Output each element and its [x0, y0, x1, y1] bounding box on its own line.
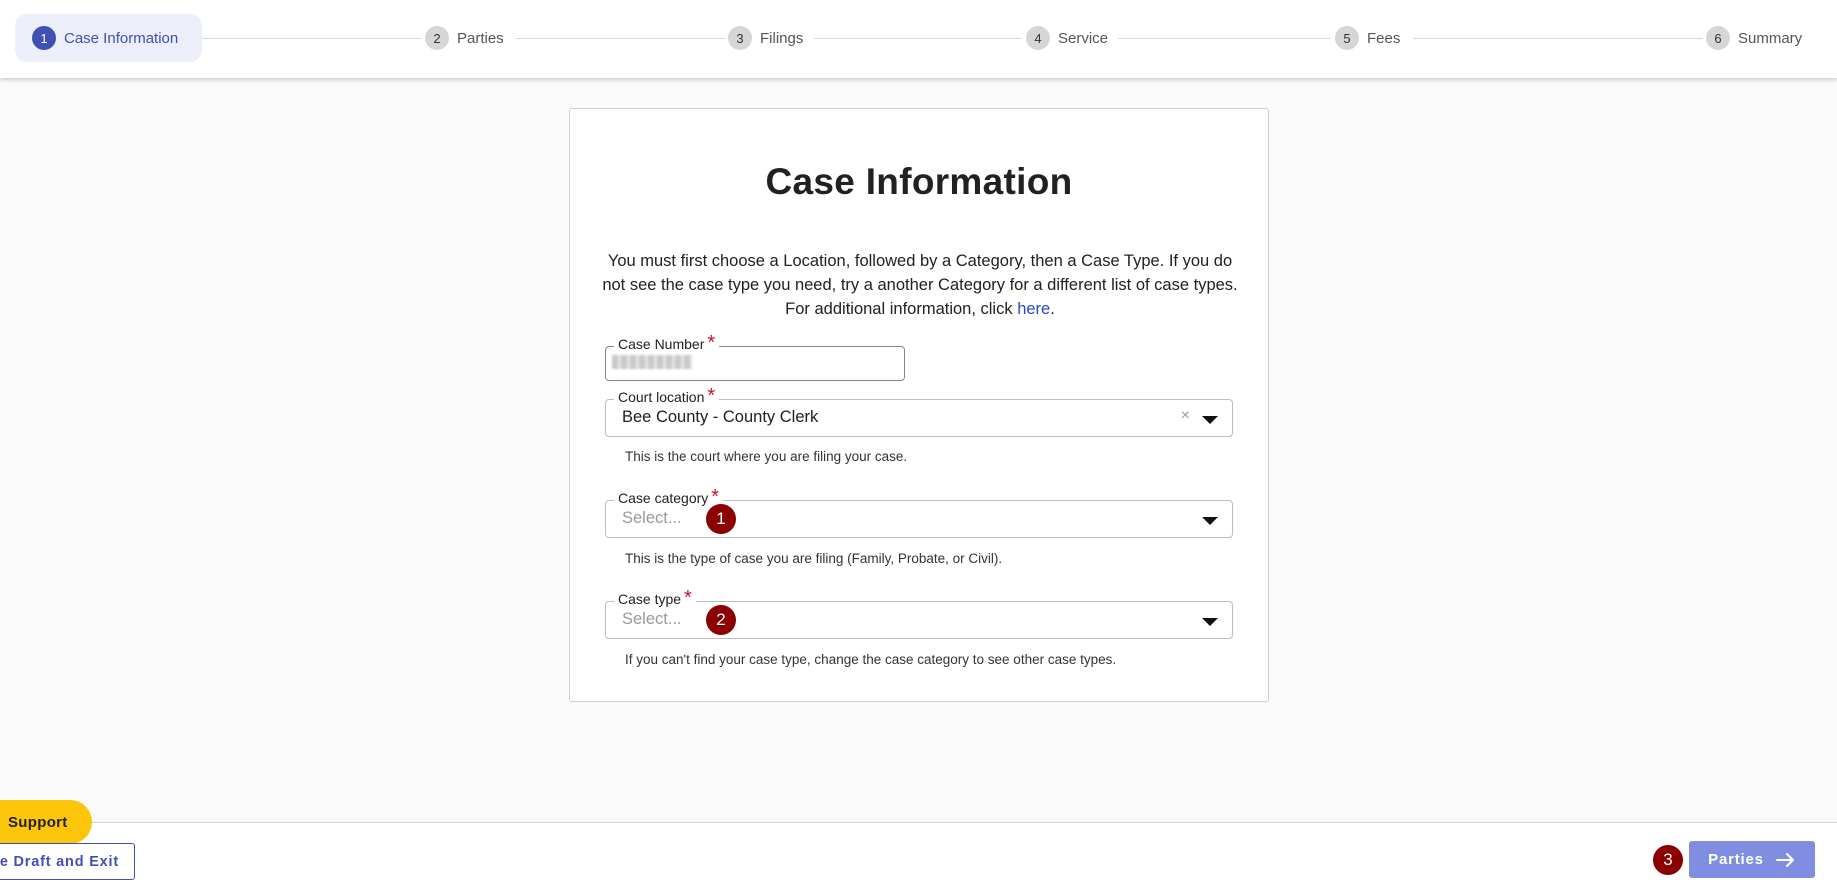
case-category-select[interactable]: Case category * Select... — [605, 487, 1233, 538]
stepper: 1 Case Information 2 Parties 3 Filings 4… — [0, 0, 1837, 78]
court-location-label: Court location * — [614, 385, 720, 407]
annotation-badge-1: 1 — [706, 504, 736, 534]
case-category-helper: This is the type of case you are filing … — [625, 551, 1003, 566]
case-type-helper: If you can't find your case type, change… — [625, 652, 1117, 667]
intro-body: You must first choose a Location, follow… — [602, 252, 1238, 318]
step-number: 5 — [1335, 26, 1359, 50]
required-marker: * — [707, 385, 716, 407]
arrow-right-icon — [1775, 852, 1794, 867]
intro-text: You must first choose a Location, follow… — [602, 249, 1238, 321]
step-connector — [814, 38, 1021, 39]
save-draft-label: e Draft and Exit — [0, 853, 119, 870]
step-service[interactable]: 4 Service — [1026, 14, 1108, 62]
next-parties-button[interactable]: Parties — [1689, 841, 1815, 878]
step-number: 6 — [1706, 26, 1730, 50]
chevron-down-icon[interactable] — [1202, 618, 1218, 626]
clear-icon[interactable]: × — [1181, 407, 1190, 425]
annotation-badge-3: 3 — [1653, 845, 1683, 875]
step-label: Case Information — [64, 29, 179, 47]
case-type-select[interactable]: Case type * Select... — [605, 588, 1233, 639]
step-connector — [196, 38, 422, 39]
case-category-label: Case category * — [614, 486, 724, 508]
case-information-card: Case Information You must first choose a… — [569, 108, 1269, 702]
case-number-label: Case Number * — [614, 332, 720, 354]
required-marker: * — [707, 332, 716, 354]
step-number: 1 — [32, 26, 56, 50]
step-connector — [1413, 38, 1703, 39]
step-connector — [516, 38, 726, 39]
next-label: Parties — [1708, 851, 1764, 868]
chevron-down-icon[interactable] — [1202, 517, 1218, 525]
intro-end: . — [1050, 300, 1055, 318]
page-title: Case Information — [765, 161, 1073, 202]
required-marker: * — [711, 486, 720, 508]
help-link[interactable]: here — [1017, 300, 1050, 318]
case-type-placeholder: Select... — [622, 610, 682, 628]
step-label: Service — [1058, 29, 1109, 47]
support-label: Support — [8, 813, 68, 831]
step-number: 3 — [728, 26, 752, 50]
step-label: Filings — [760, 29, 804, 47]
step-filings[interactable]: 3 Filings — [728, 14, 803, 62]
step-label: Summary — [1738, 29, 1803, 47]
annotation-badge-2: 2 — [706, 605, 736, 635]
support-button[interactable]: Support — [0, 800, 92, 844]
required-marker: * — [684, 587, 692, 609]
step-number: 2 — [425, 26, 449, 50]
save-draft-and-exit-button[interactable]: e Draft and Exit — [0, 843, 135, 880]
step-summary[interactable]: 6 Summary — [1706, 14, 1802, 62]
step-label: Fees — [1367, 29, 1401, 47]
step-fees[interactable]: 5 Fees — [1335, 14, 1400, 62]
case-type-label: Case type * — [614, 587, 696, 609]
court-location-select[interactable]: Court location * Bee County - County Cle… — [605, 386, 1233, 437]
case-category-placeholder: Select... — [622, 509, 682, 527]
step-number: 4 — [1026, 26, 1050, 50]
court-location-value: Bee County - County Clerk — [622, 408, 819, 426]
case-number-field[interactable]: Case Number * — [605, 333, 905, 381]
chevron-down-icon[interactable] — [1202, 416, 1218, 424]
step-case-information[interactable]: 1 Case Information — [15, 14, 203, 62]
step-label: Parties — [457, 29, 504, 47]
redacted-case-number — [612, 355, 692, 369]
footer-bar — [0, 822, 1837, 896]
step-connector — [1118, 38, 1330, 39]
court-location-helper: This is the court where you are filing y… — [625, 449, 908, 464]
step-parties[interactable]: 2 Parties — [425, 14, 504, 62]
